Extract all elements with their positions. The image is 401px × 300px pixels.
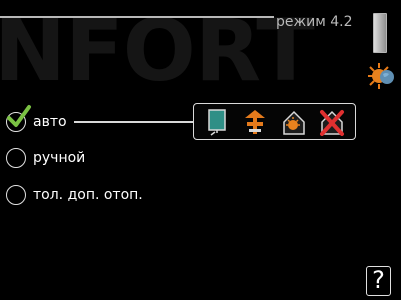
option-additional-heat-only[interactable]: тол. доп. отоп. [6,183,143,207]
check-icon [7,105,31,127]
title-divider [0,16,274,18]
additional-heat-icon [239,107,271,137]
help-button[interactable]: ? [366,266,391,296]
option-auto[interactable]: авто [6,105,67,134]
disabled-icon [316,107,348,137]
option-label: ручной [33,150,86,166]
globe-sun-icon [368,63,394,89]
function-icons-box [193,103,356,140]
selection-connector [74,121,194,123]
page-title: режим 4.2 [276,14,353,30]
option-label: авто [33,114,67,130]
option-label: тол. доп. отоп. [33,187,143,203]
option-manual[interactable]: ручной [6,146,85,170]
heating-panel-icon [201,107,233,137]
scrollbar-icon [373,13,387,53]
radio-auto[interactable] [6,105,31,132]
radio-manual[interactable] [6,148,26,168]
radio-additional-heat-only[interactable] [6,185,26,205]
hot-water-icon [278,107,310,137]
brand-watermark: NFORT [0,1,315,101]
